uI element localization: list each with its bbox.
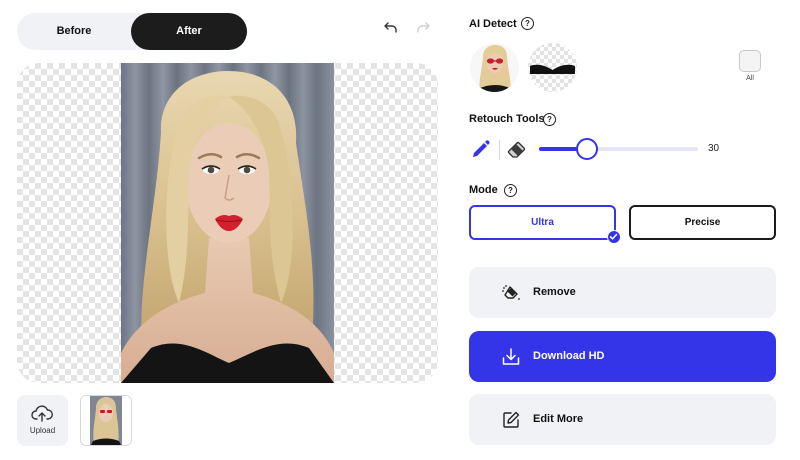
redo-icon — [417, 22, 430, 33]
download-icon — [502, 348, 520, 365]
brush-tool-button[interactable] — [470, 138, 492, 160]
before-after-toggle: Before After — [17, 13, 247, 50]
retouch-tools-help-icon[interactable]: ? — [543, 113, 556, 126]
edit-more-button[interactable]: Edit More — [469, 394, 776, 445]
mode-ultra-button[interactable]: Ultra — [469, 205, 616, 240]
eraser-tool-button[interactable] — [506, 138, 528, 160]
selected-checkmark-icon — [607, 230, 621, 244]
remove-button[interactable]: Remove — [469, 267, 776, 318]
eraser-icon — [507, 141, 526, 158]
preview-canvas[interactable] — [17, 63, 438, 383]
clothing-preview-icon — [530, 64, 575, 74]
select-all-label: All — [746, 75, 754, 82]
mode-precise-button[interactable]: Precise — [629, 205, 776, 240]
mode-title: Mode — [469, 184, 498, 196]
pencil-icon — [473, 140, 490, 157]
redo-button[interactable] — [414, 18, 432, 36]
brush-size-value: 30 — [708, 143, 720, 154]
mode-help-icon[interactable]: ? — [504, 184, 517, 197]
slider-handle[interactable] — [576, 138, 598, 160]
ai-detect-help-icon[interactable]: ? — [521, 17, 534, 30]
ai-detect-title: AI Detect — [469, 18, 517, 30]
upload-button[interactable]: Upload — [17, 395, 68, 446]
upload-label: Upload — [29, 426, 56, 435]
edit-icon — [503, 411, 520, 428]
after-tab[interactable]: After — [131, 13, 247, 50]
tool-divider — [499, 140, 500, 160]
edit-more-label: Edit More — [533, 413, 584, 425]
undo-button[interactable] — [382, 18, 400, 36]
undo-icon — [384, 22, 397, 33]
image-thumbnail[interactable] — [80, 395, 132, 446]
detected-clothing-thumbnail[interactable] — [528, 43, 577, 92]
brush-size-slider[interactable] — [539, 138, 698, 160]
face-preview-icon — [478, 45, 512, 92]
detected-face-thumbnail[interactable] — [470, 43, 519, 92]
portrait-photo — [121, 63, 334, 383]
before-tab[interactable]: Before — [17, 13, 131, 50]
retouch-tools-title: Retouch Tools — [469, 113, 545, 125]
remove-eraser-icon — [502, 285, 520, 300]
download-hd-button[interactable]: Download HD — [469, 331, 776, 382]
download-hd-label: Download HD — [533, 350, 605, 362]
remove-label: Remove — [533, 286, 576, 298]
select-all-checkbox[interactable] — [739, 50, 761, 72]
cloud-upload-icon — [31, 405, 53, 422]
